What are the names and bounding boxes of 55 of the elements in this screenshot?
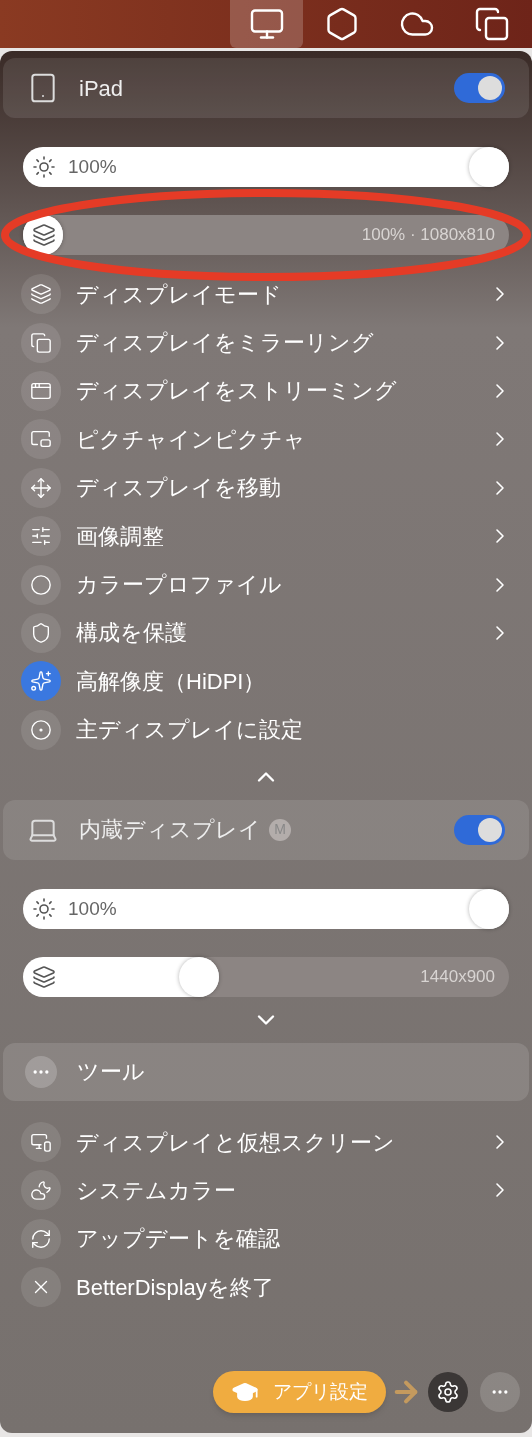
menu-label: 高解像度（HiDPI）: [76, 667, 266, 696]
menu-item[interactable]: BetterDisplayを終了: [0, 1263, 532, 1312]
ellipsis-icon: [25, 1055, 57, 1088]
display-name: iPad: [79, 74, 124, 103]
menu-item[interactable]: システムカラー: [0, 1166, 532, 1215]
menu-item[interactable]: カラープロファイル: [0, 560, 532, 609]
monitors-icon: [21, 1122, 61, 1163]
menu-label: ディスプレイをストリーミング: [76, 377, 397, 406]
menu-item[interactable]: 構成を保護: [0, 608, 532, 658]
menu-label: ディスプレイモード: [76, 280, 282, 309]
menu-item[interactable]: ディスプレイを移動: [0, 463, 532, 512]
menu-item[interactable]: ディスプレイをミラーリング: [0, 318, 532, 367]
display-name: 内蔵ディスプレイ: [79, 816, 261, 845]
slider-reading: 1440x900: [420, 966, 495, 989]
menu-label: カラープロファイル: [76, 571, 282, 600]
refresh-icon: [21, 1218, 61, 1259]
resolution-slider[interactable]: 1440x900: [23, 956, 509, 997]
slider-reading: 100% · 1080x810: [361, 224, 495, 247]
menu-label: ディスプレイを移動: [76, 474, 281, 503]
menu-label: ディスプレイと仮想スクリーン: [76, 1128, 395, 1157]
monitor-icon[interactable]: [230, 0, 303, 48]
brightness-slider[interactable]: 100%: [23, 888, 509, 929]
menu-item[interactable]: ディスプレイをストリーミング: [0, 366, 532, 416]
slider-reading: 100%: [68, 896, 117, 921]
menu-label: 主ディスプレイに設定: [76, 716, 303, 745]
display-toggle[interactable]: [454, 814, 505, 845]
menu-item[interactable]: ディスプレイと仮想スクリーン: [0, 1117, 532, 1167]
layers-icon: [32, 223, 56, 247]
menu-label: ピクチャインピクチャ: [76, 425, 306, 454]
layers-icon: [32, 964, 56, 989]
menu-item[interactable]: 高解像度（HiDPI）: [0, 657, 532, 706]
settings-icon[interactable]: [428, 1372, 468, 1412]
menu-label: 構成を保護: [76, 619, 187, 648]
menu-item[interactable]: 主ディスプレイに設定: [0, 705, 532, 754]
menu-label: システムカラー: [76, 1177, 236, 1205]
slider-thumb[interactable]: [469, 147, 509, 187]
menu-item[interactable]: アップデートを確認: [0, 1214, 532, 1264]
slider-thumb[interactable]: [179, 956, 220, 997]
brightness-slider[interactable]: 100%: [23, 147, 509, 187]
slider-thumb[interactable]: [469, 888, 509, 929]
menu-item[interactable]: ディスプレイモード: [0, 270, 532, 319]
menu-label: 画像調整: [76, 522, 164, 551]
cloud-moon-icon: [21, 1170, 61, 1211]
sun-icon: [32, 896, 56, 921]
resolution-slider[interactable]: 100% · 1080x810: [23, 215, 509, 255]
menu-label: BetterDisplayを終了: [76, 1273, 274, 1302]
slider-reading: 100%: [68, 154, 117, 179]
close-icon: [21, 1267, 61, 1308]
menu-item[interactable]: ピクチャインピクチャ: [0, 415, 532, 464]
menu-label: ディスプレイをミラーリング: [76, 329, 374, 358]
tools-title: ツール: [77, 1058, 145, 1087]
sun-icon: [32, 155, 56, 179]
menu-item[interactable]: 画像調整: [0, 511, 532, 561]
menu-label: アップデートを確認: [76, 1225, 280, 1254]
display-toggle[interactable]: [454, 73, 505, 103]
